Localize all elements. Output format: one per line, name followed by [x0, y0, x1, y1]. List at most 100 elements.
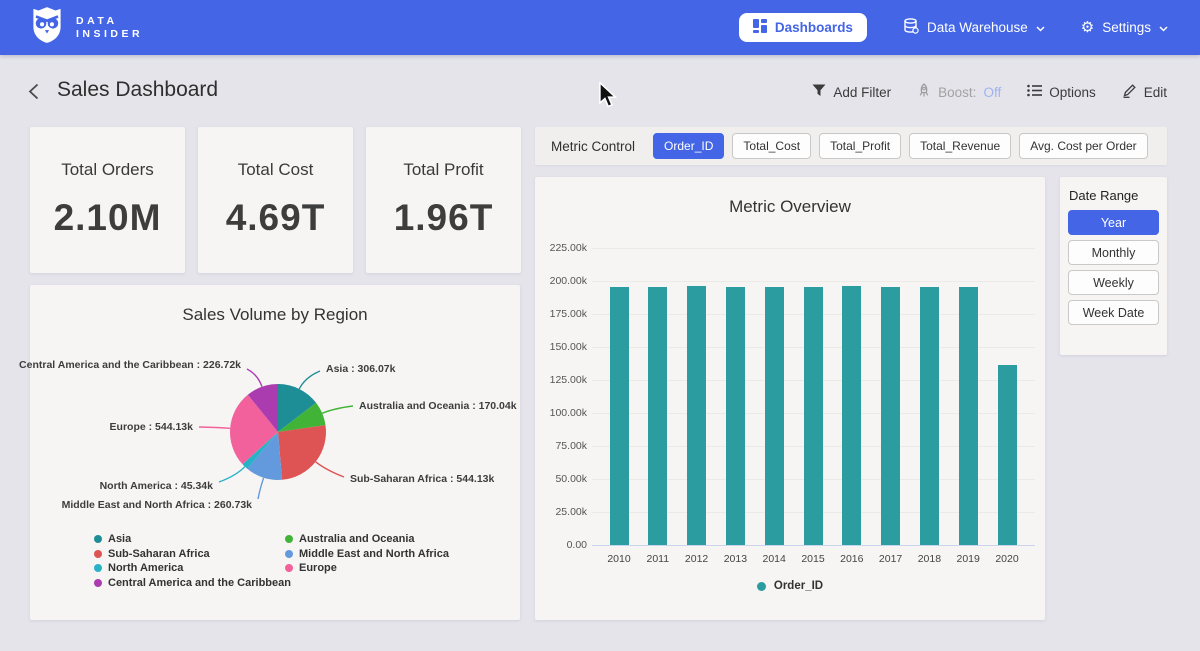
- bar-2012[interactable]: [687, 286, 706, 545]
- bar-2011[interactable]: [648, 287, 667, 545]
- bar-chart-title: Metric Overview: [535, 197, 1045, 217]
- date-range-year[interactable]: Year: [1068, 210, 1159, 235]
- pie-label-0: Asia : 306.07k: [326, 363, 395, 375]
- pie-label-4: North America : 45.34k: [100, 480, 213, 492]
- metric-button-total-revenue[interactable]: Total_Revenue: [909, 133, 1011, 159]
- y-axis-tick: 150.00k: [539, 341, 587, 353]
- metric-button-order-id[interactable]: Order_ID: [653, 133, 724, 159]
- pie-legend-item-sub-saharan-africa[interactable]: Sub-Saharan Africa: [94, 548, 210, 560]
- pie-leader-line-6: [247, 369, 262, 387]
- bar-2019[interactable]: [959, 287, 978, 545]
- bar-2016[interactable]: [842, 286, 861, 545]
- brand-name: DATA INSIDER: [76, 16, 143, 40]
- metric-button-total-cost[interactable]: Total_Cost: [732, 133, 811, 159]
- kpi-value: 2.10M: [54, 197, 162, 239]
- y-axis-tick: 25.00k: [539, 506, 587, 518]
- metric-overview-panel: Metric Overview 0.0025.00k50.00k75.00k10…: [535, 177, 1045, 620]
- date-range-monthly[interactable]: Monthly: [1068, 240, 1159, 265]
- header-actions: Add Filter Boost: Off Options: [812, 83, 1167, 101]
- chevron-down-icon: [1159, 20, 1168, 35]
- pie-legend-item-north-america[interactable]: North America: [94, 562, 183, 574]
- date-range-label: Date Range: [1069, 188, 1138, 203]
- database-icon: [903, 18, 919, 37]
- x-axis-tick-2012: 2012: [675, 553, 719, 565]
- add-filter-label: Add Filter: [833, 85, 891, 100]
- x-axis-tick-2015: 2015: [791, 553, 835, 565]
- nav-dashboards-button[interactable]: Dashboards: [739, 13, 867, 42]
- add-filter-button[interactable]: Add Filter: [812, 84, 891, 100]
- legend-label: Europe: [299, 562, 337, 574]
- bar-2015[interactable]: [804, 287, 823, 545]
- y-axis-tick: 200.00k: [539, 275, 587, 287]
- x-axis-tick-2013: 2013: [713, 553, 757, 565]
- pie-legend-item-europe[interactable]: Europe: [285, 562, 337, 574]
- pie-legend-item-australia-and-oceania[interactable]: Australia and Oceania: [285, 533, 415, 545]
- pie-leader-line-3: [258, 478, 264, 499]
- y-axis-tick: 100.00k: [539, 407, 587, 419]
- edit-label: Edit: [1144, 85, 1167, 100]
- bar-2013[interactable]: [726, 287, 745, 545]
- metric-buttons: Order_ID Total_Cost Total_Profit Total_Reve…: [653, 133, 1148, 159]
- options-list-icon: [1027, 84, 1042, 100]
- boost-label: Boost:: [938, 85, 976, 100]
- nav-settings-menu[interactable]: ⚙ Settings: [1081, 20, 1168, 35]
- sales-volume-panel: Sales Volume by Region Asia : 306.07kAus…: [30, 285, 520, 620]
- date-range-weekly[interactable]: Weekly: [1068, 270, 1159, 295]
- legend-label: Australia and Oceania: [299, 533, 415, 545]
- x-axis-tick-2016: 2016: [830, 553, 874, 565]
- bar-2020[interactable]: [998, 365, 1017, 545]
- y-axis-tick: 225.00k: [539, 242, 587, 254]
- x-axis-tick-2010: 2010: [597, 553, 641, 565]
- kpi-card-total-profit: Total Profit1.96T: [366, 127, 521, 273]
- pie-legend-item-middle-east-and-north-africa[interactable]: Middle East and North Africa: [285, 548, 449, 560]
- brand-logo[interactable]: DATA INSIDER: [30, 6, 143, 49]
- legend-label: North America: [108, 562, 183, 574]
- pie-leader-line-1: [322, 406, 353, 413]
- gear-icon: ⚙: [1081, 20, 1094, 35]
- date-range-panel: Date Range Year Monthly Weekly Week Date: [1060, 177, 1167, 355]
- sales-dashboard-app: DATA INSIDER Dashboards: [0, 0, 1200, 651]
- x-axis-tick-2014: 2014: [752, 553, 796, 565]
- y-axis-tick: 125.00k: [539, 374, 587, 386]
- date-range-buttons: Year Monthly Weekly Week Date: [1068, 210, 1159, 325]
- legend-dot: [757, 582, 766, 591]
- nav-settings-label: Settings: [1102, 20, 1151, 35]
- pencil-icon: [1122, 83, 1137, 101]
- legend-dot: [285, 564, 293, 572]
- back-button[interactable]: [28, 83, 39, 105]
- legend-dot: [94, 579, 102, 587]
- nav-data-warehouse-menu[interactable]: Data Warehouse: [903, 18, 1045, 37]
- kpi-value: 4.69T: [226, 197, 326, 239]
- pie-legend-item-asia[interactable]: Asia: [94, 533, 131, 545]
- legend-label: Central America and the Caribbean: [108, 577, 291, 589]
- legend-dot: [285, 550, 293, 558]
- bar-2018[interactable]: [920, 287, 939, 545]
- bar-2010[interactable]: [610, 287, 629, 545]
- navbar-menu: Dashboards Data Warehouse ⚙: [739, 13, 1200, 42]
- x-axis-tick-2019: 2019: [946, 553, 990, 565]
- page-title: Sales Dashboard: [57, 78, 218, 102]
- metric-button-avg-cost-per-order[interactable]: Avg. Cost per Order: [1019, 133, 1148, 159]
- brand-line2: INSIDER: [76, 29, 143, 40]
- edit-button[interactable]: Edit: [1122, 83, 1167, 101]
- pie-legend-item-central-america-and-the-caribbean[interactable]: Central America and the Caribbean: [94, 577, 291, 589]
- bar-chart-legend[interactable]: Order_ID: [535, 580, 1045, 592]
- top-navbar: DATA INSIDER Dashboards: [0, 0, 1200, 55]
- x-axis-tick-2017: 2017: [869, 553, 913, 565]
- legend-dot: [94, 535, 102, 543]
- pie-label-2: Sub-Saharan Africa : 544.13k: [350, 473, 494, 485]
- date-range-week-date[interactable]: Week Date: [1068, 300, 1159, 325]
- options-button[interactable]: Options: [1027, 84, 1096, 100]
- pie-label-6: Central America and the Caribbean : 226.…: [19, 359, 241, 371]
- legend-label: Middle East and North Africa: [299, 548, 449, 560]
- boost-toggle[interactable]: Boost: Off: [917, 83, 1001, 101]
- filter-funnel-icon: [812, 84, 826, 100]
- gridline: [592, 281, 1035, 282]
- pie-slice-2[interactable]: [278, 425, 326, 480]
- x-axis-tick-2011: 2011: [636, 553, 680, 565]
- gridline: [592, 248, 1035, 249]
- bar-2017[interactable]: [881, 287, 900, 545]
- metric-button-total-profit[interactable]: Total_Profit: [819, 133, 901, 159]
- mouse-cursor: [598, 82, 620, 115]
- bar-2014[interactable]: [765, 287, 784, 545]
